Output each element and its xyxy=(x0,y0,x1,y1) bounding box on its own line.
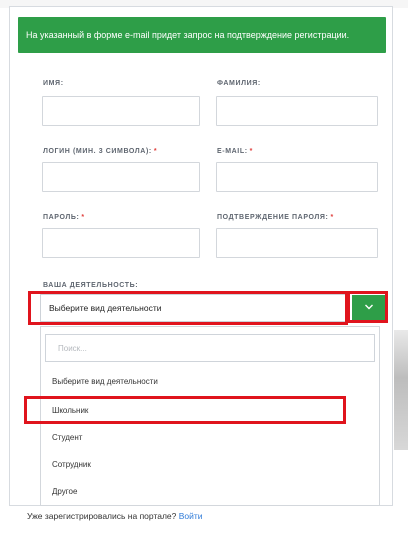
activity-dropdown: Выберите вид деятельности Школьник Студе… xyxy=(40,326,380,506)
password-confirm-label-text: ПОДТВЕРЖДЕНИЕ ПАРОЛЯ: xyxy=(217,214,329,221)
password-confirm-label: ПОДТВЕРЖДЕНИЕ ПАРОЛЯ: * xyxy=(217,214,334,221)
background-image-edge xyxy=(394,330,408,450)
dropdown-search-input[interactable] xyxy=(45,334,375,362)
last-name-label-text: ФАМИЛИЯ: xyxy=(217,80,261,87)
dropdown-option-schoolboy[interactable]: Школьник xyxy=(52,406,88,415)
password-label: ПАРОЛЬ: * xyxy=(43,214,85,221)
required-mark: * xyxy=(81,214,85,221)
dropdown-option[interactable]: Сотрудник xyxy=(52,460,91,469)
login-link[interactable]: Войти xyxy=(179,511,203,521)
last-name-input[interactable] xyxy=(216,96,378,126)
password-confirm-input[interactable] xyxy=(216,228,378,258)
login-prompt-text: Уже зарегистрировались на портале? xyxy=(27,511,177,521)
activity-select[interactable]: Выберите вид деятельности xyxy=(40,294,348,322)
login-label-text: ЛОГИН (МИН. 3 СИМВОЛА): xyxy=(43,148,152,155)
dropdown-option[interactable]: Другое xyxy=(52,487,77,496)
first-name-input[interactable] xyxy=(42,96,200,126)
chevron-down-icon xyxy=(364,304,373,310)
required-mark: * xyxy=(330,214,334,221)
last-name-label: ФАМИЛИЯ: xyxy=(217,80,261,87)
required-mark: * xyxy=(153,148,158,155)
dropdown-option[interactable]: Студент xyxy=(52,433,82,442)
activity-select-toggle[interactable] xyxy=(352,295,385,320)
password-input[interactable] xyxy=(42,228,200,258)
password-label-text: ПАРОЛЬ: xyxy=(43,214,80,221)
login-input[interactable] xyxy=(42,162,200,192)
first-name-label: ИМЯ: xyxy=(43,80,64,87)
first-name-label-text: ИМЯ: xyxy=(43,80,64,87)
login-prompt: Уже зарегистрировались на портале? Войти xyxy=(27,511,203,521)
email-label-text: E-MAIL: xyxy=(217,148,248,155)
info-alert: На указанный в форме e-mail придет запро… xyxy=(18,17,386,53)
email-field[interactable] xyxy=(216,162,378,192)
login-label: ЛОГИН (МИН. 3 СИМВОЛА): * xyxy=(43,148,157,155)
activity-label: ВАША ДЕЯТЕЛЬНОСТЬ: xyxy=(43,282,139,289)
dropdown-option[interactable]: Выберите вид деятельности xyxy=(52,377,158,386)
email-label: E-MAIL: * xyxy=(217,148,253,155)
required-mark: * xyxy=(249,148,253,155)
